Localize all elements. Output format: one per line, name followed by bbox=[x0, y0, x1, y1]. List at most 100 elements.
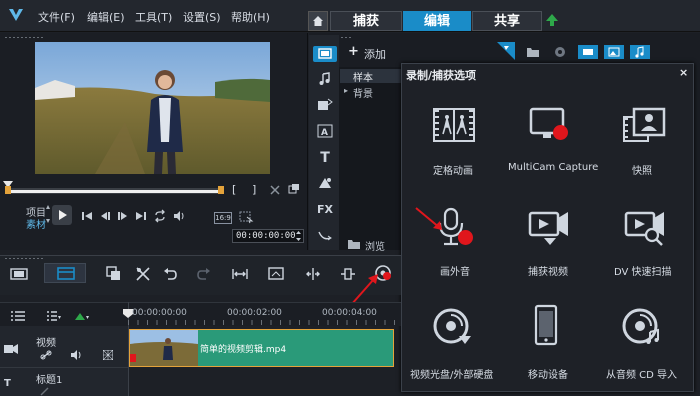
enlarge-preview-icon[interactable] bbox=[288, 183, 300, 195]
storyboard-view-button[interactable] bbox=[10, 266, 28, 282]
link-icon[interactable] bbox=[40, 350, 52, 360]
transition-button[interactable] bbox=[317, 98, 333, 112]
timecode-display[interactable]: 00:00:00:00 bbox=[232, 229, 304, 243]
volume-button[interactable] bbox=[172, 209, 186, 223]
library-sidebar bbox=[309, 35, 339, 250]
graphics-button[interactable] bbox=[317, 176, 333, 190]
show-audio-toggle[interactable] bbox=[630, 45, 650, 59]
disc-icon[interactable] bbox=[431, 306, 477, 352]
mode-clip-label[interactable]: 素材 bbox=[26, 216, 46, 231]
mode-selector-arrows[interactable] bbox=[46, 205, 50, 225]
previous-frame-button[interactable] bbox=[98, 209, 112, 223]
fit-project-button[interactable] bbox=[232, 266, 248, 282]
tree-item-samples[interactable]: 样本 bbox=[353, 69, 373, 84]
add-track-icon[interactable] bbox=[74, 311, 90, 321]
close-icon[interactable]: × bbox=[679, 66, 688, 79]
audio-library-button[interactable] bbox=[317, 72, 333, 86]
smart-tools-button[interactable] bbox=[135, 266, 151, 282]
mobile-device-icon[interactable] bbox=[526, 304, 572, 350]
mark-out-handle[interactable] bbox=[218, 186, 224, 194]
step-back-icon bbox=[101, 212, 110, 220]
aspect-ratio-button[interactable]: 16:9 bbox=[214, 212, 232, 224]
show-photos-toggle[interactable] bbox=[604, 45, 624, 59]
audio-cd-icon[interactable] bbox=[620, 306, 666, 352]
split-clip-icon[interactable] bbox=[268, 183, 282, 197]
ripple-edit-button[interactable] bbox=[305, 266, 321, 282]
menu-edit[interactable]: 编辑(E) bbox=[87, 9, 125, 25]
dv-scan-icon[interactable] bbox=[622, 205, 668, 251]
photo-filter-icon bbox=[608, 47, 620, 57]
import-folder-icon[interactable] bbox=[526, 46, 540, 58]
track-settings-icon[interactable] bbox=[10, 310, 26, 322]
skip-end-icon bbox=[136, 212, 146, 220]
mark-out-button[interactable]: ] bbox=[252, 183, 256, 196]
graphics-icon bbox=[319, 178, 331, 188]
menu-settings[interactable]: 设置(S) bbox=[183, 9, 221, 25]
option-mobile-device[interactable]: 移动设备 bbox=[528, 366, 568, 381]
repeat-button[interactable] bbox=[153, 209, 167, 223]
upload-icon[interactable] bbox=[545, 13, 559, 27]
next-frame-button[interactable] bbox=[116, 209, 130, 223]
menu-file[interactable]: 文件(F) bbox=[38, 9, 75, 25]
tracks-manager-button[interactable] bbox=[106, 266, 122, 282]
redo-button[interactable] bbox=[196, 266, 212, 282]
path-button[interactable] bbox=[317, 229, 333, 243]
settings-icon[interactable] bbox=[554, 46, 566, 58]
filter-button[interactable]: FX bbox=[317, 203, 333, 217]
storyboard-icon bbox=[10, 268, 28, 280]
mark-in-handle[interactable] bbox=[5, 186, 11, 194]
capture-video-icon[interactable] bbox=[526, 205, 572, 251]
option-voiceover[interactable]: 画外音 bbox=[440, 263, 470, 278]
timeline-view-button[interactable] bbox=[44, 263, 86, 283]
home-tab[interactable] bbox=[308, 11, 328, 31]
title-icon: A bbox=[317, 124, 333, 138]
timecode-spinner[interactable] bbox=[295, 230, 302, 242]
option-dv-quick-scan[interactable]: DV 快速扫描 bbox=[614, 263, 672, 278]
home-button[interactable] bbox=[80, 209, 94, 223]
track-mute-icon[interactable] bbox=[70, 350, 82, 360]
tab-capture[interactable]: 捕获 bbox=[330, 11, 402, 31]
menu-help[interactable]: 帮助(H) bbox=[231, 9, 270, 25]
option-disc-external-drive[interactable]: 视频光盘/外部硬盘 bbox=[410, 366, 493, 381]
undo-button[interactable] bbox=[162, 266, 178, 282]
change-size-icon[interactable] bbox=[238, 210, 258, 224]
option-import-audio-cd[interactable]: 从音频 CD 导入 bbox=[606, 366, 677, 381]
timeline-view-icon bbox=[57, 267, 75, 280]
snapshot-icon[interactable] bbox=[622, 103, 668, 149]
media-filter-icon[interactable] bbox=[496, 41, 516, 61]
tab-share[interactable]: 共享 bbox=[472, 11, 542, 31]
tree-expand-icon[interactable]: ▸ bbox=[344, 86, 348, 95]
tree-item-backgrounds[interactable]: 背景 bbox=[353, 85, 373, 100]
scrub-range bbox=[8, 190, 221, 193]
multicam-icon[interactable] bbox=[527, 103, 573, 149]
link-icon[interactable] bbox=[40, 387, 50, 396]
mark-in-button[interactable]: [ bbox=[232, 183, 236, 196]
play-icon bbox=[59, 210, 67, 220]
dialog-title: 录制/捕获选项 bbox=[406, 69, 477, 82]
tab-edit[interactable]: 编辑 bbox=[403, 11, 471, 31]
menu-tools[interactable]: 工具(T) bbox=[135, 9, 172, 25]
add-folder-label[interactable]: 添加 bbox=[364, 46, 386, 62]
record-screen-button[interactable] bbox=[268, 266, 284, 282]
stop-motion-icon[interactable] bbox=[431, 107, 477, 153]
option-multicam-capture[interactable]: MultiCam Capture bbox=[508, 162, 598, 173]
svg-text:A: A bbox=[321, 128, 328, 138]
video-filter-icon bbox=[583, 49, 593, 55]
track-visibility-icon[interactable] bbox=[103, 350, 113, 360]
end-button[interactable] bbox=[134, 209, 148, 223]
text-button[interactable]: T bbox=[317, 150, 333, 166]
fit-icon bbox=[232, 269, 248, 279]
option-snapshot[interactable]: 快照 bbox=[632, 162, 652, 177]
play-button[interactable] bbox=[52, 205, 72, 225]
track-list-icon[interactable] bbox=[46, 310, 62, 322]
tools-icon bbox=[136, 267, 150, 281]
browse-button[interactable]: 浏览 bbox=[365, 238, 385, 253]
ruler-mark-2s: 00:00:02:00 bbox=[227, 308, 282, 318]
show-videos-toggle[interactable] bbox=[578, 45, 598, 59]
add-icon[interactable]: + bbox=[348, 44, 359, 59]
title-button[interactable]: A bbox=[317, 124, 333, 138]
option-capture-video[interactable]: 捕获视频 bbox=[528, 263, 568, 278]
browse-icon[interactable] bbox=[347, 238, 361, 250]
media-library-button[interactable] bbox=[313, 46, 337, 62]
option-stop-motion[interactable]: 定格动画 bbox=[433, 162, 473, 177]
